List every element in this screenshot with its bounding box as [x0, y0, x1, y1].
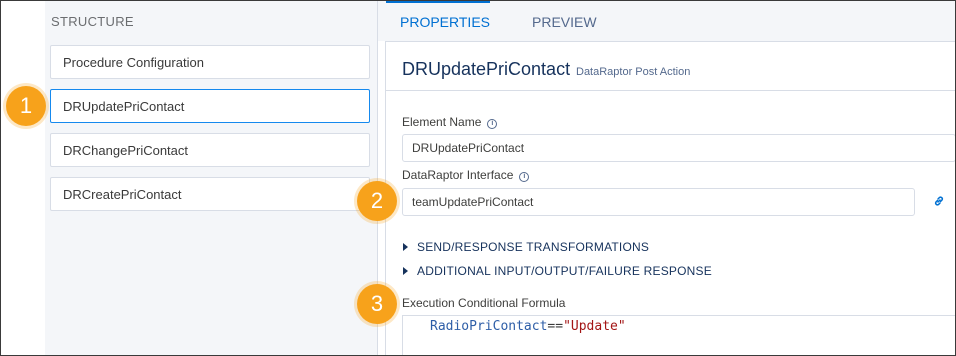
tab-bar: PROPERTIES PREVIEW [378, 1, 955, 41]
dataraptor-interface-label: DataRaptor Interface i [402, 168, 530, 182]
dataraptor-interface-label-text: DataRaptor Interface [402, 168, 514, 182]
step-label: DRChangePriContact [63, 143, 189, 158]
tab-preview[interactable]: PREVIEW [532, 14, 597, 30]
step-drcreatepricontact[interactable]: DRCreatePriContact [50, 177, 370, 211]
step-procedure-configuration[interactable]: Procedure Configuration [50, 45, 370, 79]
left-gutter [1, 1, 45, 355]
element-type: DataRaptor Post Action [576, 66, 691, 78]
element-name-input[interactable]: DRUpdatePriContact [402, 134, 956, 162]
formula-value: "Update" [563, 319, 626, 334]
step-label: Procedure Configuration [63, 55, 204, 70]
section-label: SEND/RESPONSE TRANSFORMATIONS [417, 240, 650, 254]
caret-right-icon [403, 267, 408, 275]
element-name-label-text: Element Name [402, 115, 482, 129]
link-icon[interactable] [933, 195, 945, 207]
callout-marker: 2 [357, 181, 397, 221]
execution-formula-editor[interactable]: RadioPriContact=="Update" [402, 315, 956, 356]
element-title: DRUpdatePriContact [402, 59, 571, 79]
properties-panel: DRUpdatePriContact DataRaptor Post Actio… [385, 41, 956, 356]
info-icon[interactable]: i [487, 119, 498, 129]
structure-title: STRUCTURE [51, 14, 134, 29]
header-divider [386, 90, 956, 91]
execution-formula-label: Execution Conditional Formula [402, 296, 566, 310]
formula-operator: == [547, 319, 564, 334]
formula-variable: RadioPriContact [430, 319, 548, 334]
callout-marker: 3 [357, 284, 397, 324]
section-additional-input-output[interactable]: ADDITIONAL INPUT/OUTPUT/FAILURE RESPONSE [403, 264, 712, 278]
dataraptor-interface-value: teamUpdatePriContact [412, 195, 534, 209]
element-name-value: DRUpdatePriContact [412, 141, 525, 155]
structure-panel: STRUCTURE Procedure Configuration DRUpda… [45, 1, 378, 355]
step-drupdatepricontact[interactable]: DRUpdatePriContact [50, 89, 370, 123]
info-icon[interactable]: i [519, 172, 530, 182]
section-label: ADDITIONAL INPUT/OUTPUT/FAILURE RESPONSE [417, 264, 712, 278]
element-name-label: Element Name i [402, 115, 498, 129]
step-label: DRUpdatePriContact [63, 99, 185, 114]
step-label: DRCreatePriContact [63, 187, 182, 202]
callout-marker: 1 [6, 86, 46, 126]
dataraptor-interface-input[interactable]: teamUpdatePriContact [402, 188, 915, 216]
active-tab-indicator [386, 1, 490, 3]
step-drchangepricontact[interactable]: DRChangePriContact [50, 133, 370, 167]
section-send-response-transformations[interactable]: SEND/RESPONSE TRANSFORMATIONS [403, 240, 649, 254]
tab-properties[interactable]: PROPERTIES [400, 14, 490, 30]
caret-right-icon [403, 243, 408, 251]
